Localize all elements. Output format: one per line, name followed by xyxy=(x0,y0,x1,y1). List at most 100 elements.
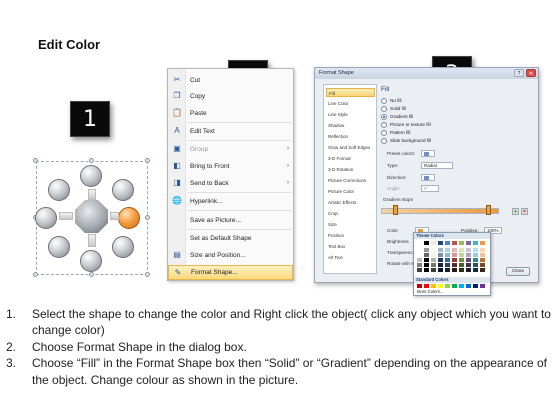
color-swatch[interactable] xyxy=(424,253,429,257)
nav-item-size[interactable]: Size xyxy=(326,220,375,229)
color-swatch[interactable] xyxy=(431,248,436,252)
color-swatch[interactable] xyxy=(459,248,464,252)
color-swatch[interactable] xyxy=(438,268,443,272)
help-icon[interactable]: ? xyxy=(514,69,524,77)
color-swatch[interactable] xyxy=(452,253,457,257)
selection-handle[interactable] xyxy=(145,215,150,220)
gray-circle[interactable] xyxy=(48,236,70,258)
radio-picture-fill[interactable] xyxy=(381,122,387,128)
more-colors-link[interactable]: More Colors... xyxy=(417,289,443,294)
color-swatch[interactable] xyxy=(431,253,436,257)
selection-handle[interactable] xyxy=(89,272,94,277)
nav-item-glow[interactable]: Glow and Soft Edges xyxy=(326,143,375,152)
color-swatch[interactable] xyxy=(452,268,457,272)
selection-handle[interactable] xyxy=(89,158,94,163)
color-swatch[interactable] xyxy=(445,248,450,252)
angle-input[interactable]: 0° xyxy=(421,185,439,192)
menu-item-hyperlink[interactable]: 🌐 Hyperlink... xyxy=(168,194,293,208)
color-swatch[interactable] xyxy=(466,241,471,245)
nav-item-line-color[interactable]: Line Color xyxy=(326,99,375,108)
menu-item-format-shape[interactable]: ✎ Format Shape... xyxy=(168,265,293,280)
direction-button[interactable] xyxy=(421,174,435,181)
color-swatch[interactable] xyxy=(445,284,450,288)
color-swatch[interactable] xyxy=(473,268,478,272)
color-swatch[interactable] xyxy=(473,263,478,267)
color-swatch[interactable] xyxy=(417,258,422,262)
color-swatch[interactable] xyxy=(473,253,478,257)
color-swatch[interactable] xyxy=(452,263,457,267)
color-swatch[interactable] xyxy=(417,253,422,257)
color-swatch[interactable] xyxy=(466,258,471,262)
menu-item-edit-text[interactable]: A Edit Text xyxy=(168,124,293,138)
preset-colors-button[interactable] xyxy=(421,150,435,157)
radio-pattern-fill[interactable] xyxy=(381,130,387,136)
nav-item-line-style[interactable]: Line Style xyxy=(326,110,375,119)
color-swatch[interactable] xyxy=(424,258,429,262)
color-swatch[interactable] xyxy=(480,268,485,272)
menu-item-set-default-shape[interactable]: Set as Default Shape xyxy=(168,231,293,245)
gray-circle[interactable] xyxy=(112,179,134,201)
type-select[interactable]: Radial xyxy=(421,162,453,169)
color-swatch[interactable] xyxy=(438,248,443,252)
color-swatch[interactable] xyxy=(459,268,464,272)
gray-circle[interactable] xyxy=(35,207,57,229)
menu-item-save-as-picture[interactable]: Save as Picture... xyxy=(168,213,293,227)
nav-item-picture-color[interactable]: Picture Color xyxy=(326,187,375,196)
color-swatch[interactable] xyxy=(445,253,450,257)
color-swatch[interactable] xyxy=(452,284,457,288)
color-swatch[interactable] xyxy=(445,258,450,262)
color-swatch[interactable] xyxy=(466,253,471,257)
color-swatch[interactable] xyxy=(480,263,485,267)
radio-slide-background-fill[interactable] xyxy=(381,138,387,144)
gray-circle[interactable] xyxy=(80,165,102,187)
selection-handle[interactable] xyxy=(145,272,150,277)
color-swatch[interactable] xyxy=(480,284,485,288)
menu-item-paste[interactable]: 📋 Paste xyxy=(168,106,293,120)
color-swatch[interactable] xyxy=(431,241,436,245)
menu-item-bring-to-front[interactable]: ◧ Bring to Front › xyxy=(168,159,293,173)
color-swatch[interactable] xyxy=(452,241,457,245)
nav-item-crop[interactable]: Crop xyxy=(326,209,375,218)
nav-item-reflection[interactable]: Reflection xyxy=(326,132,375,141)
color-swatch[interactable] xyxy=(424,284,429,288)
shape-diagram[interactable] xyxy=(28,155,158,280)
color-swatch[interactable] xyxy=(417,241,422,245)
color-swatch[interactable] xyxy=(431,284,436,288)
gray-circle[interactable] xyxy=(80,250,102,272)
color-swatch[interactable] xyxy=(445,241,450,245)
nav-item-picture-corrections[interactable]: Picture Corrections xyxy=(326,176,375,185)
color-swatch[interactable] xyxy=(431,263,436,267)
menu-item-size-and-position[interactable]: ▤ Size and Position... xyxy=(168,248,293,262)
color-swatch[interactable] xyxy=(480,241,485,245)
menu-item-send-to-back[interactable]: ◨ Send to Back › xyxy=(168,176,293,190)
color-swatch[interactable] xyxy=(473,284,478,288)
color-swatch[interactable] xyxy=(480,253,485,257)
color-swatch[interactable] xyxy=(480,258,485,262)
gray-circle[interactable] xyxy=(112,236,134,258)
add-stop-icon[interactable]: + xyxy=(512,208,519,215)
color-swatch[interactable] xyxy=(466,248,471,252)
color-swatch[interactable] xyxy=(424,268,429,272)
menu-item-copy[interactable]: ❐ Copy xyxy=(168,89,293,103)
color-swatch[interactable] xyxy=(473,248,478,252)
color-swatch[interactable] xyxy=(452,258,457,262)
radio-solid-fill[interactable] xyxy=(381,106,387,112)
color-swatch[interactable] xyxy=(466,284,471,288)
color-swatch[interactable] xyxy=(431,268,436,272)
color-swatch[interactable] xyxy=(424,248,429,252)
color-swatch[interactable] xyxy=(417,248,422,252)
nav-item-alt-text[interactable]: Alt Text xyxy=(326,253,375,262)
color-swatch[interactable] xyxy=(445,263,450,267)
color-swatch[interactable] xyxy=(438,263,443,267)
color-swatch[interactable] xyxy=(459,263,464,267)
nav-item-text-box[interactable]: Text Box xyxy=(326,242,375,251)
color-swatch[interactable] xyxy=(417,268,422,272)
color-swatch[interactable] xyxy=(438,253,443,257)
color-swatch[interactable] xyxy=(417,263,422,267)
color-swatch[interactable] xyxy=(473,258,478,262)
color-swatch[interactable] xyxy=(473,241,478,245)
color-swatch[interactable] xyxy=(424,241,429,245)
gradient-stop-handle[interactable] xyxy=(393,205,398,215)
color-swatch[interactable] xyxy=(438,241,443,245)
selection-handle[interactable] xyxy=(33,272,38,277)
